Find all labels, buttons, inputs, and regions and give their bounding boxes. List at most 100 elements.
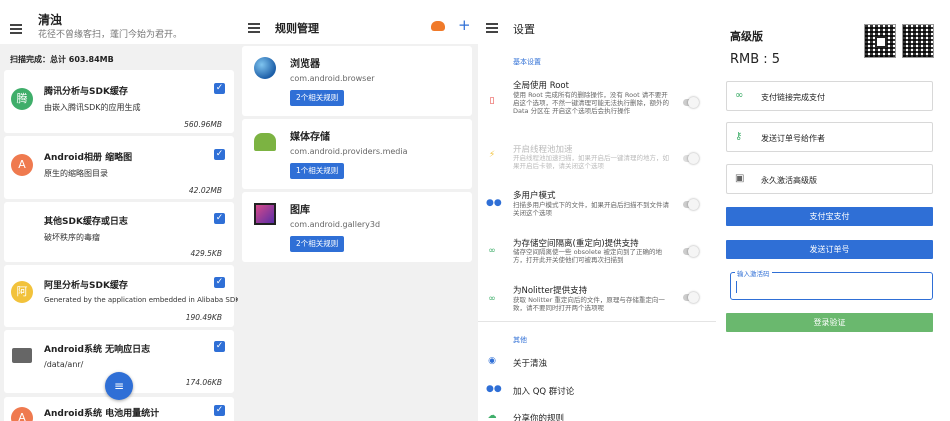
link-icon: ∞ xyxy=(488,246,496,256)
root-toggle[interactable] xyxy=(683,97,699,108)
item-title: Android系统 无响应日志 xyxy=(44,345,151,355)
phone-icon: ▯ xyxy=(489,96,495,106)
rule-app-name: 媒体存储 xyxy=(290,132,330,143)
item-checkbox[interactable]: ✓ xyxy=(214,341,225,352)
setting-title: 为Nolitter提供支持 xyxy=(513,286,588,296)
item-checkbox[interactable]: ✓ xyxy=(214,277,225,288)
option-label: 支付链接完成支付 xyxy=(761,93,825,102)
send-order-option[interactable]: ⚷ 发送订单号给作者 xyxy=(726,122,933,152)
rule-count-button[interactable]: 2个相关规则 xyxy=(290,90,345,106)
list-item[interactable]: A Android相册 缩略图 原生的缩略图目录 42.02MB ✓ xyxy=(4,136,234,199)
list-item[interactable]: 阿 阿里分析与SDK缓存 Generated by the applicatio… xyxy=(4,265,238,327)
other-label: 关于清浊 xyxy=(513,359,548,369)
divider xyxy=(478,321,716,322)
info-icon: ◉ xyxy=(488,356,496,366)
group-icon: ●● xyxy=(486,384,502,394)
item-desc: 原生的缩略图目录 xyxy=(44,169,108,178)
link-icon: ∞ xyxy=(488,294,496,304)
rule-count-button[interactable]: 1个相关规则 xyxy=(290,163,345,179)
item-size: 42.02MB xyxy=(188,186,222,195)
activation-code-label: 输入激活码 xyxy=(735,268,772,278)
rule-item[interactable]: 媒体存储 com.android.providers.media 1个相关规则 xyxy=(242,119,472,189)
section-header: 其他 xyxy=(513,336,527,344)
threadpool-toggle[interactable] xyxy=(683,153,699,164)
folder-icon xyxy=(12,348,32,363)
activation-code-field[interactable]: 输入激活码 xyxy=(730,268,933,300)
setting-desc: 储存空间隔离使一些 obsolete 被定向到了正确的地方，打开此开关使他们可被… xyxy=(513,248,662,264)
nolitter-toggle[interactable] xyxy=(683,292,699,303)
avatar: A xyxy=(11,154,33,176)
premium-panel: 高级版 RMB : 5 ∞ 支付链接完成支付 ⚷ 发送订单号给作者 ▣ 永久激活… xyxy=(716,0,950,421)
qr-code-icon xyxy=(902,24,934,58)
menu-icon[interactable] xyxy=(486,23,498,33)
text-caret xyxy=(736,281,737,293)
settings-panel: 设置 基本设置 ▯ 全局使用 Root 使用 Root 完成所有的删除操作，没有… xyxy=(478,0,716,421)
setting-desc: 使用 Root 完成所有的删除操作，没有 Root 请不要开启这个选项，不然一键… xyxy=(513,91,669,115)
other-label: 分享你的规则 xyxy=(513,414,565,421)
setting-desc: 扫描多用户模式下的文件，如果开启后扫描不到文件请关闭这个选项 xyxy=(513,201,669,217)
bolt-icon: ⚡ xyxy=(488,150,496,160)
gift-icon: ▣ xyxy=(735,173,745,184)
item-checkbox[interactable]: ✓ xyxy=(214,83,225,94)
verify-button[interactable]: 登录验证 xyxy=(726,313,933,332)
other-label: 加入 QQ 群讨论 xyxy=(513,387,575,397)
item-checkbox[interactable]: ✓ xyxy=(214,405,225,416)
page-title: 设置 xyxy=(513,23,535,36)
item-title: Android相册 缩略图 xyxy=(44,153,133,163)
send-order-button[interactable]: 发送订单号 xyxy=(726,240,933,259)
globe-icon xyxy=(254,57,276,79)
item-desc: 由嵌入腾讯SDK的应用生成 xyxy=(44,103,141,112)
android-icon xyxy=(254,133,276,151)
multiuser-toggle[interactable] xyxy=(683,199,699,210)
item-checkbox[interactable]: ✓ xyxy=(214,213,225,224)
item-checkbox[interactable]: ✓ xyxy=(214,149,225,160)
users-icon: ●● xyxy=(486,198,502,208)
cloud-upload-icon[interactable] xyxy=(431,21,445,31)
list-item[interactable]: A Android系统 电池用量统计 ✓ xyxy=(4,397,234,421)
item-title: Android系统 电池用量统计 xyxy=(44,409,160,419)
item-title: 其他SDK缓存或日志 xyxy=(44,217,128,227)
rule-app-name: 图库 xyxy=(290,205,310,216)
rule-item[interactable]: 浏览器 com.android.browser 2个相关规则 xyxy=(242,46,472,116)
rule-package: com.android.providers.media xyxy=(290,147,408,156)
setting-title: 全局使用 Root xyxy=(513,81,569,91)
app-subtitle: 花径不曾缘客扫，蓬门今始为君开。 xyxy=(38,30,183,40)
menu-icon[interactable] xyxy=(248,23,260,33)
gallery-icon xyxy=(254,203,276,225)
page-title: 规则管理 xyxy=(275,22,319,35)
sweep-icon[interactable]: ≡ xyxy=(105,372,133,400)
page-title: 高级版 xyxy=(730,30,763,43)
add-icon[interactable]: + xyxy=(458,16,471,34)
item-title: 腾讯分析与SDK缓存 xyxy=(44,87,128,97)
menu-icon[interactable] xyxy=(10,24,22,34)
setting-desc: 获取 Nolitter 重定向后的文件，原理与存储重定向一致，请不要同时打开两个… xyxy=(513,296,665,312)
key-icon: ⚷ xyxy=(735,131,743,142)
alipay-button[interactable]: 支付宝支付 xyxy=(726,207,933,226)
share-icon: ☁ xyxy=(487,411,497,421)
app-title: 清浊 xyxy=(38,13,63,27)
rule-package: com.android.browser xyxy=(290,74,375,83)
avatar: A xyxy=(11,407,33,421)
section-header: 基本设置 xyxy=(513,58,541,66)
option-label: 发送订单号给作者 xyxy=(761,134,825,143)
item-desc: 破坏秩序的毒瘤 xyxy=(44,233,100,242)
avatar: 阿 xyxy=(11,281,33,303)
cleaner-header: 清浊 花径不曾缘客扫，蓬门今始为君开。 xyxy=(0,0,238,44)
rule-item[interactable]: 图库 com.android.gallery3d 2个相关规则 xyxy=(242,192,472,262)
price: RMB : 5 xyxy=(730,52,781,67)
scan-result: 扫描完成：总计 603.84MB xyxy=(10,55,114,64)
rules-header: 规则管理 + xyxy=(238,0,478,44)
pay-link-option[interactable]: ∞ 支付链接完成支付 xyxy=(726,81,933,111)
list-item[interactable]: 其他SDK缓存或日志 破坏秩序的毒瘤 429.5KB ✓ xyxy=(4,202,234,262)
rule-package: com.android.gallery3d xyxy=(290,220,381,229)
item-title: 阿里分析与SDK缓存 xyxy=(44,281,128,291)
setting-desc: 开启线程池加速扫描，如果开启后一键清理的地方，如果开启后卡顿，请关闭这个选项 xyxy=(513,154,669,170)
rule-count-button[interactable]: 2个相关规则 xyxy=(290,236,345,252)
cleaner-panel: 清浊 花径不曾缘客扫，蓬门今始为君开。 扫描完成：总计 603.84MB 腾 腾… xyxy=(0,0,238,421)
item-desc: Generated by the application embedded in… xyxy=(44,296,238,304)
isolation-toggle[interactable] xyxy=(683,246,699,257)
activate-option[interactable]: ▣ 永久激活高级版 xyxy=(726,164,933,194)
list-item[interactable]: 腾 腾讯分析与SDK缓存 由嵌入腾讯SDK的应用生成 560.96MB ✓ xyxy=(4,70,234,133)
item-size: 560.96MB xyxy=(184,120,222,129)
link-icon: ∞ xyxy=(735,90,744,101)
